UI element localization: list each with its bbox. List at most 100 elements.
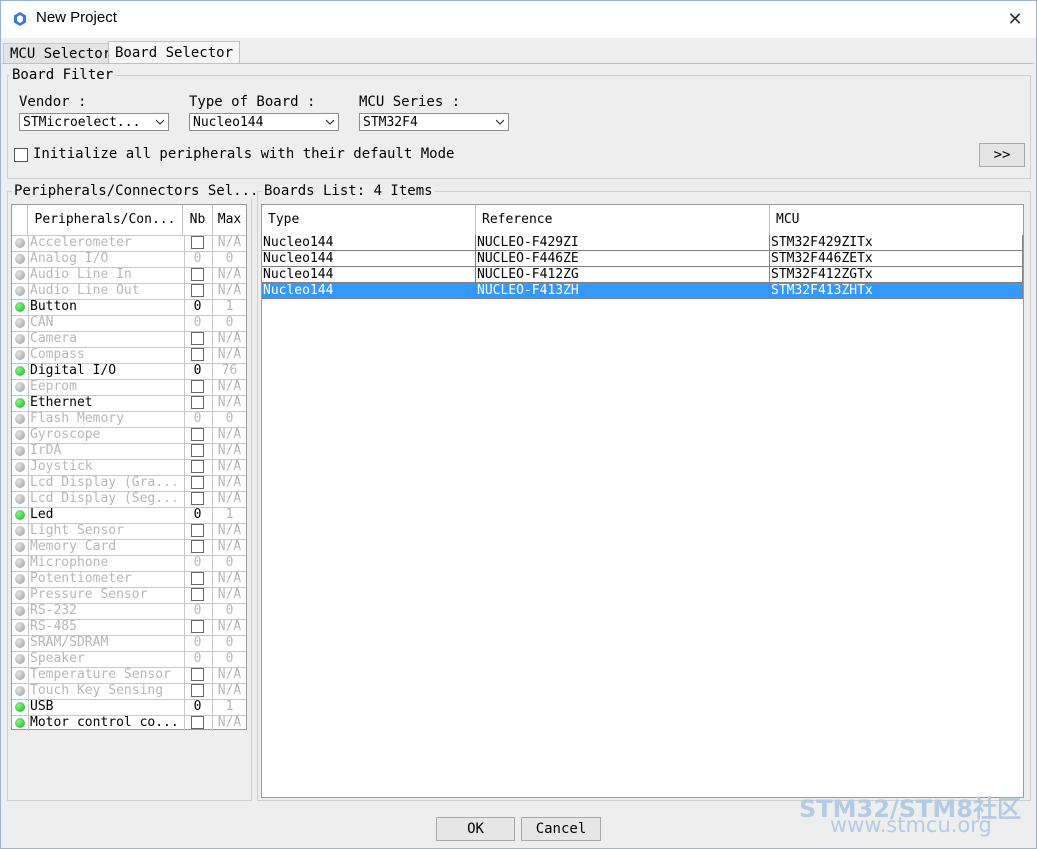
peripheral-row[interactable]: Led 0 1 [12, 507, 246, 523]
peripheral-row[interactable]: Temperature Sensor N/A [12, 667, 246, 683]
peripheral-row[interactable]: RS-232 0 0 [12, 603, 246, 619]
checkbox-icon [191, 396, 204, 409]
peripheral-row[interactable]: Speaker 0 0 [12, 651, 246, 667]
peripheral-row[interactable]: SRAM/SDRAM 0 0 [12, 635, 246, 651]
peripheral-nb-checkbox[interactable] [183, 587, 213, 603]
peripheral-nb-checkbox[interactable] [183, 715, 213, 731]
peripheral-row[interactable]: Memory Card N/A [12, 539, 246, 555]
peripheral-row[interactable]: Lcd Display (Seg... N/A [12, 491, 246, 507]
peripheral-row[interactable]: Motor control co... N/A [12, 715, 246, 731]
peripheral-nb-checkbox[interactable] [183, 267, 213, 283]
status-dot-icon [15, 478, 25, 488]
peripheral-name: Joystick [28, 459, 185, 475]
peripheral-row[interactable]: Light Sensor N/A [12, 523, 246, 539]
status-dot-icon [15, 542, 25, 552]
column-header-type[interactable]: Type [262, 205, 476, 235]
peripherals-table[interactable]: Peripherals/Con... Nb Max Accelerometer N… [11, 204, 247, 731]
expand-button[interactable]: >> [979, 143, 1025, 167]
column-header-reference[interactable]: Reference [476, 205, 770, 235]
boards-table[interactable]: Type Reference MCU Nucleo144 NUCLEO-F429Z… [261, 204, 1024, 798]
peripheral-row[interactable]: IrDA N/A [12, 443, 246, 459]
peripheral-max-value: N/A [217, 267, 242, 282]
peripheral-nb-checkbox[interactable] [183, 619, 213, 635]
peripheral-row[interactable]: Lcd Display (Gra... N/A [12, 475, 246, 491]
peripheral-nb-checkbox[interactable] [183, 395, 213, 411]
peripheral-nb-value: 0 [183, 635, 213, 651]
peripheral-row[interactable]: Audio Line In N/A [12, 267, 246, 283]
peripheral-nb-checkbox[interactable] [183, 331, 213, 347]
peripheral-nb-checkbox[interactable] [183, 235, 213, 251]
board-row[interactable]: Nucleo144 NUCLEO-F446ZE STM32F446ZETx [262, 251, 1023, 267]
peripheral-row[interactable]: Pressure Sensor N/A [12, 587, 246, 603]
peripheral-row[interactable]: Potentiometer N/A [12, 571, 246, 587]
peripheral-nb-checkbox[interactable] [183, 523, 213, 539]
board-row[interactable]: Nucleo144 NUCLEO-F413ZH STM32F413ZHTx [262, 283, 1023, 299]
peripheral-max-value: 1 [225, 507, 234, 522]
peripheral-nb-checkbox[interactable] [183, 459, 213, 475]
peripheral-row[interactable]: Flash Memory 0 0 [12, 411, 246, 427]
column-header-name[interactable]: Peripherals/Con... [28, 205, 183, 235]
board-type-select[interactable]: Nucleo144 [189, 113, 339, 131]
peripheral-row[interactable]: Audio Line Out N/A [12, 283, 246, 299]
peripheral-row[interactable]: Eeprom N/A [12, 379, 246, 395]
close-button[interactable]: ✕ [1000, 4, 1030, 34]
status-dot-icon [15, 638, 25, 648]
status-dot-icon [15, 350, 25, 360]
peripheral-nb-checkbox[interactable] [183, 683, 213, 699]
peripheral-row[interactable]: Analog I/O 0 0 [12, 251, 246, 267]
column-header-max[interactable]: Max [213, 205, 246, 235]
board-row[interactable]: Nucleo144 NUCLEO-F429ZI STM32F429ZITx [262, 235, 1023, 251]
peripheral-nb-checkbox[interactable] [183, 283, 213, 299]
status-dot-icon [15, 718, 25, 728]
peripheral-nb-checkbox[interactable] [183, 667, 213, 683]
peripheral-name: Eeprom [28, 379, 185, 395]
peripheral-row[interactable]: Camera N/A [12, 331, 246, 347]
peripheral-nb-checkbox[interactable] [183, 475, 213, 491]
peripheral-nb-checkbox[interactable] [183, 379, 213, 395]
vendor-select[interactable]: STMicroelect... [19, 113, 169, 131]
peripheral-row[interactable]: Gyroscope N/A [12, 427, 246, 443]
cancel-button[interactable]: Cancel [521, 817, 601, 841]
column-header-mcu[interactable]: MCU [770, 205, 1023, 235]
tab-mcu-selector[interactable]: MCU Selector [3, 43, 119, 64]
peripheral-nb-checkbox[interactable] [183, 539, 213, 555]
peripheral-nb-checkbox[interactable] [183, 491, 213, 507]
checkbox-icon [191, 460, 204, 473]
mcu-series-select[interactable]: STM32F4 [359, 113, 509, 131]
checkbox-icon [191, 476, 204, 489]
peripheral-nb-checkbox[interactable] [183, 443, 213, 459]
peripheral-row[interactable]: Joystick N/A [12, 459, 246, 475]
peripheral-nb-checkbox[interactable] [183, 347, 213, 363]
peripheral-row[interactable]: Digital I/O 0 76 [12, 363, 246, 379]
peripheral-row[interactable]: Compass N/A [12, 347, 246, 363]
initialize-peripherals-checkbox[interactable] [14, 148, 28, 162]
app-icon [14, 12, 26, 26]
peripheral-max-value: 0 [225, 315, 234, 330]
peripheral-row[interactable]: RS-485 N/A [12, 619, 246, 635]
column-header-nb[interactable]: Nb [183, 205, 213, 235]
board-type-cell: Nucleo144 [262, 283, 476, 299]
peripheral-row[interactable]: USB 0 1 [12, 699, 246, 715]
board-filter-title: Board Filter [10, 67, 116, 83]
peripheral-row[interactable]: Ethernet N/A [12, 395, 246, 411]
status-dot-icon [15, 302, 25, 312]
peripheral-row[interactable]: CAN 0 0 [12, 315, 246, 331]
status-dot-icon [15, 510, 25, 520]
peripheral-row[interactable]: Accelerometer N/A [12, 235, 246, 251]
board-row[interactable]: Nucleo144 NUCLEO-F412ZG STM32F412ZGTx [262, 267, 1023, 283]
title-bar [0, 0, 1037, 38]
status-dot-icon [15, 238, 25, 248]
peripheral-row[interactable]: Microphone 0 0 [12, 555, 246, 571]
status-dot-icon [15, 574, 25, 584]
peripheral-name: USB [28, 699, 185, 715]
peripheral-nb-checkbox[interactable] [183, 571, 213, 587]
checkbox-icon [191, 380, 204, 393]
ok-button[interactable]: OK [436, 817, 515, 841]
peripheral-row[interactable]: Button 0 1 [12, 299, 246, 315]
status-dot-icon [15, 494, 25, 504]
peripheral-max-value: 0 [225, 555, 234, 570]
tab-board-selector[interactable]: Board Selector [108, 41, 241, 64]
peripheral-max-value: N/A [217, 475, 242, 490]
peripheral-row[interactable]: Touch Key Sensing N/A [12, 683, 246, 699]
peripheral-nb-checkbox[interactable] [183, 427, 213, 443]
